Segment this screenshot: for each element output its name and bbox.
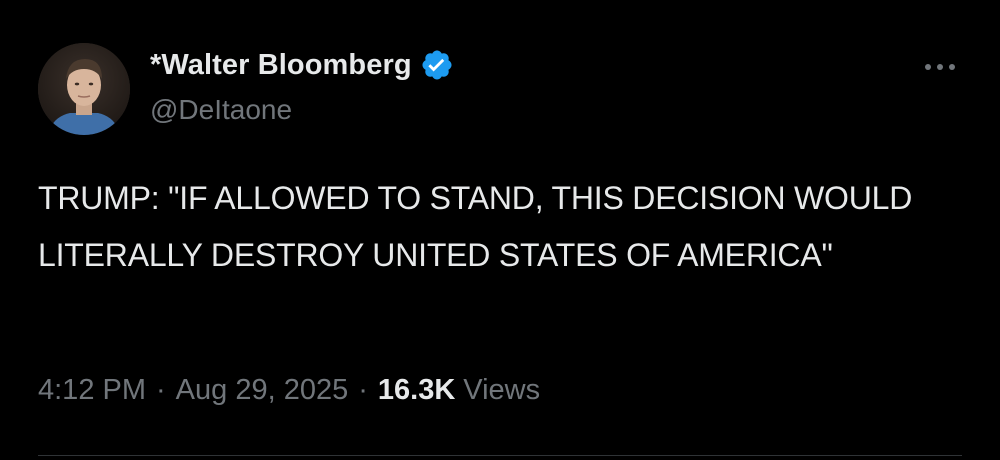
author-display-name[interactable]: *Walter Bloomberg — [150, 49, 412, 82]
tweet-text: TRUMP: "IF ALLOWED TO STAND, THIS DECISI… — [38, 180, 913, 273]
verified-badge-icon — [422, 50, 452, 80]
meta-separator: · — [156, 374, 166, 406]
views-label: Views — [463, 374, 541, 406]
author-name-row[interactable]: *Walter Bloomberg — [150, 46, 454, 84]
tweet-card: *Walter Bloomberg @DeItaone TRUMP: "IF A… — [0, 0, 1000, 460]
more-options-button[interactable] — [920, 55, 960, 79]
views-count[interactable]: 16.3K — [378, 374, 455, 407]
meta-separator: · — [358, 374, 368, 406]
more-options-icon — [925, 64, 955, 70]
tweet-date[interactable]: Aug 29, 2025 — [176, 374, 349, 407]
tweet-time[interactable]: 4:12 PM — [38, 374, 146, 407]
divider — [38, 455, 962, 456]
avatar[interactable] — [38, 43, 130, 135]
tweet-meta: 4:12 PM · Aug 29, 2025 · 16.3K Views — [38, 374, 540, 407]
author-handle[interactable]: @DeItaone — [150, 94, 292, 126]
profile-photo-icon — [38, 43, 130, 135]
